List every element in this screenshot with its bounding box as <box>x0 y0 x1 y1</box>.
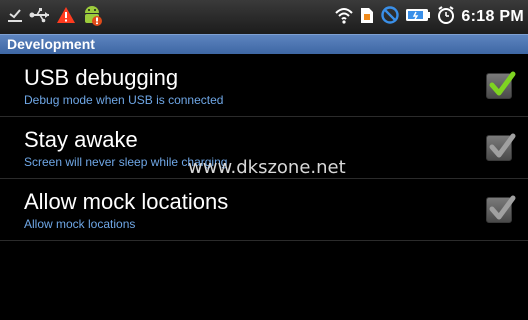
watermark-text: www.dkszone.net <box>188 157 346 178</box>
battery-icon <box>405 6 431 29</box>
setting-allow-mock-locations[interactable]: Allow mock locations Allow mock location… <box>0 179 528 241</box>
setting-usb-debugging[interactable]: USB debugging Debug mode when USB is con… <box>0 55 528 117</box>
settings-list: USB debugging Debug mode when USB is con… <box>0 55 528 241</box>
alarm-clock-icon <box>436 5 456 30</box>
page-title: Development <box>7 36 95 52</box>
android-icon <box>81 3 103 32</box>
checkmark-icon <box>489 71 516 96</box>
status-clock: 6:18 PM <box>461 8 524 25</box>
setting-summary: Allow mock locations <box>24 217 136 231</box>
title-bar: Development <box>0 34 528 54</box>
warning-icon <box>56 6 76 29</box>
setting-title: Stay awake <box>24 127 138 152</box>
setting-title: USB debugging <box>24 65 179 90</box>
setting-summary: Debug mode when USB is connected <box>24 93 224 107</box>
wifi-icon <box>334 6 354 29</box>
allow-mock-locations-checkbox[interactable] <box>486 195 516 223</box>
stay-awake-checkbox[interactable] <box>486 133 516 161</box>
checkmark-icon <box>489 133 516 158</box>
setting-title: Allow mock locations <box>24 189 229 214</box>
status-bar: 6:18 PM <box>0 0 528 34</box>
android-screen: 6:18 PM Development USB debugging Debug … <box>0 0 528 320</box>
sim-icon <box>359 5 375 30</box>
usb-debug-icon <box>6 6 24 29</box>
checkmark-icon <box>489 195 516 220</box>
no-sign-icon <box>380 5 400 30</box>
usb-debugging-checkbox[interactable] <box>486 71 516 99</box>
usb-icon <box>29 6 51 29</box>
